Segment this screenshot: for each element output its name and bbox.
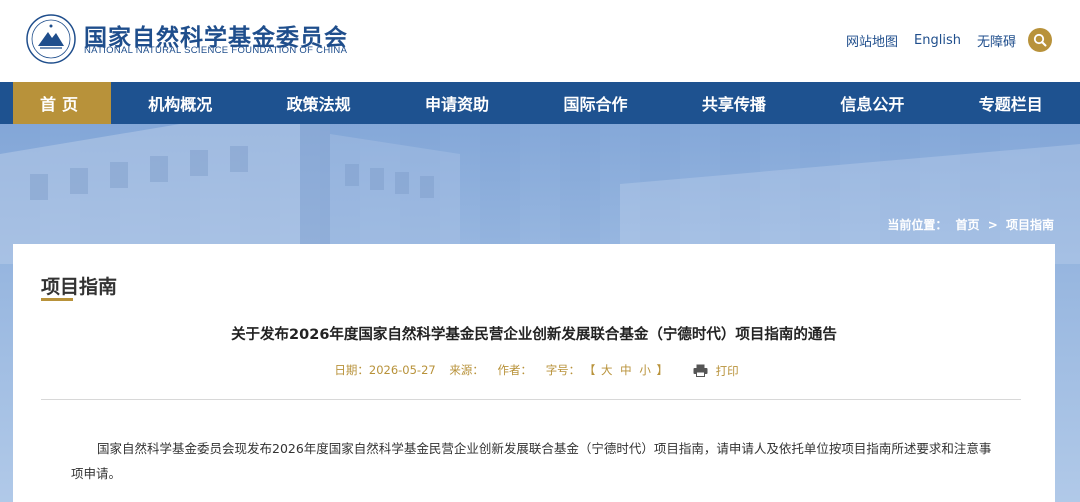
content-card: 项目指南 关于发布2026年度国家自然科学基金民营企业创新发展联合基金（宁德时代… bbox=[13, 244, 1055, 502]
nav-item-policy[interactable]: 政策法规 bbox=[249, 82, 387, 124]
font-size-label: 字号： bbox=[545, 363, 581, 377]
sitemap-link[interactable]: 网站地图 bbox=[846, 31, 898, 50]
building-banner-image bbox=[0, 124, 1080, 264]
font-size-control: 字号： 【 大 中 小 】 bbox=[546, 363, 672, 377]
nav-item-topics[interactable]: 专题栏目 bbox=[942, 82, 1080, 124]
article-source: 来源： bbox=[449, 363, 484, 377]
breadcrumb-home[interactable]: 首页 bbox=[956, 218, 980, 232]
nav-item-disclosure[interactable]: 信息公开 bbox=[803, 82, 941, 124]
nsfc-logo-icon[interactable] bbox=[26, 14, 76, 64]
nav-item-international[interactable]: 国际合作 bbox=[526, 82, 664, 124]
nav-item-sharing[interactable]: 共享传播 bbox=[665, 82, 803, 124]
breadcrumb: 当前位置： 首页 > 项目指南 bbox=[885, 216, 1056, 233]
meta-divider bbox=[41, 399, 1021, 400]
font-size-close-bracket: 】 bbox=[656, 363, 668, 377]
breadcrumb-label: 当前位置： bbox=[887, 218, 948, 232]
site-header: 国家自然科学基金委员会 NATIONAL NATURAL SCIENCE FOU… bbox=[0, 0, 1080, 82]
nav-item-home[interactable]: 首页 bbox=[13, 82, 111, 124]
site-name-en[interactable]: NATIONAL NATURAL SCIENCE FOUNDATION OF C… bbox=[84, 45, 347, 56]
section-title: 项目指南 bbox=[41, 276, 118, 298]
print-button[interactable]: 打印 bbox=[693, 363, 739, 379]
section-title-underline bbox=[41, 298, 73, 301]
font-size-medium-button[interactable]: 中 bbox=[620, 363, 632, 377]
search-button[interactable] bbox=[1028, 28, 1052, 52]
font-size-open-bracket: 【 bbox=[583, 363, 596, 377]
top-links: 网站地图 English 无障碍 bbox=[846, 28, 1052, 52]
search-icon bbox=[1033, 33, 1047, 47]
article-meta: 日期：2026-05-27 来源： 作者： 字号： 【 大 中 小 】 打印 bbox=[13, 362, 1055, 379]
english-link[interactable]: English bbox=[914, 33, 961, 48]
article-date: 日期：2026-05-27 bbox=[334, 363, 436, 377]
print-label: 打印 bbox=[715, 363, 739, 378]
article-title: 关于发布2026年度国家自然科学基金民营企业创新发展联合基金（宁德时代）项目指南… bbox=[231, 327, 837, 343]
font-size-large-button[interactable]: 大 bbox=[601, 363, 613, 377]
printer-icon bbox=[693, 364, 708, 377]
breadcrumb-separator: > bbox=[987, 218, 998, 232]
article-author: 作者： bbox=[497, 363, 533, 377]
breadcrumb-current[interactable]: 项目指南 bbox=[1006, 218, 1054, 232]
nav-item-funding[interactable]: 申请资助 bbox=[388, 82, 526, 124]
article-body: 国家自然科学基金委员会现发布2026年度国家自然科学基金民营企业创新发展联合基金… bbox=[71, 441, 992, 481]
accessibility-link[interactable]: 无障碍 bbox=[977, 31, 1016, 50]
main-nav: 首页 机构概况 政策法规 申请资助 国际合作 共享传播 信息公开 专题栏目 bbox=[0, 82, 1080, 124]
font-size-small-button[interactable]: 小 bbox=[639, 363, 651, 377]
nav-item-about[interactable]: 机构概况 bbox=[111, 82, 249, 124]
